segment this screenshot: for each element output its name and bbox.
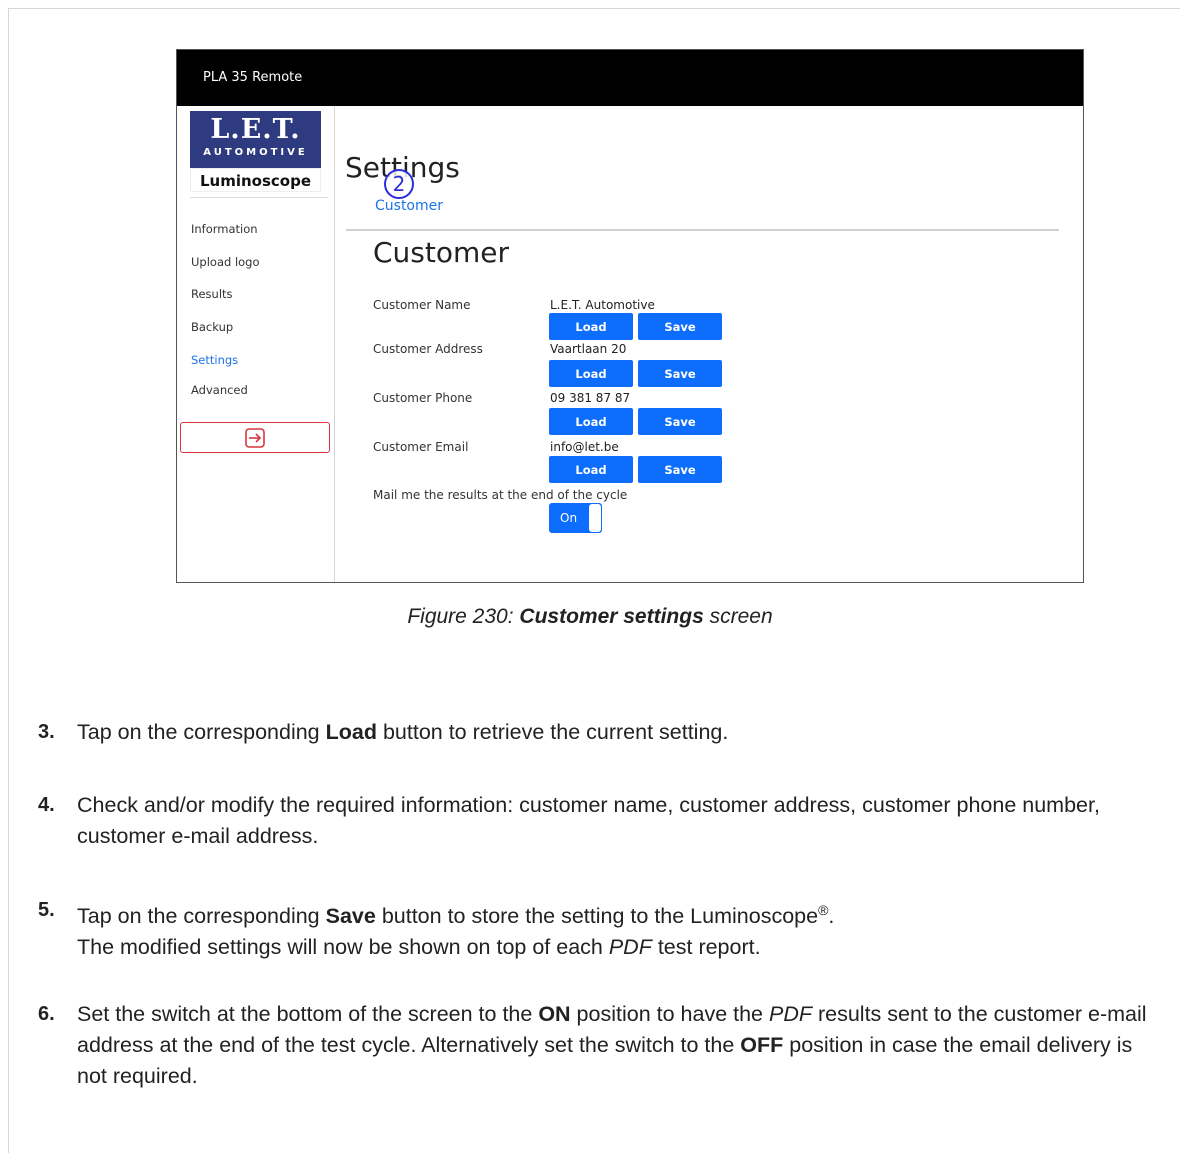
sidebar-item-information[interactable]: Information xyxy=(191,222,258,236)
step-text: position to have the xyxy=(570,1002,769,1026)
brand-logo: L.E.T. AUTOMOTIVE Luminoscope xyxy=(190,111,321,192)
load-name-button[interactable]: Load xyxy=(549,313,633,340)
step-italic: PDF xyxy=(769,1002,812,1026)
step-bold: Save xyxy=(325,904,376,929)
step-text: The modified settings will now be shown … xyxy=(77,935,609,960)
breadcrumb[interactable]: Customer xyxy=(375,198,443,214)
step-4: 4. Check and/or modify the required info… xyxy=(38,790,1168,852)
sidebar-item-upload-logo[interactable]: Upload logo xyxy=(191,255,260,269)
step-callout: 2 xyxy=(384,169,414,199)
customer-phone-value: 09 381 87 87 xyxy=(550,391,631,405)
customer-email-value: info@let.be xyxy=(550,440,619,454)
sidebar-divider xyxy=(190,197,328,198)
step-italic: PDF xyxy=(608,935,652,960)
step-number: 5. xyxy=(38,899,55,921)
customer-address-value: Vaartlaan 20 xyxy=(550,342,627,356)
step-5: 5. Tap on the corresponding Save button … xyxy=(38,895,1168,963)
caption-prefix: Figure 230: xyxy=(407,605,520,628)
customer-email-label: Customer Email xyxy=(373,440,469,454)
app-screenshot: PLA 35 Remote L.E.T. AUTOMOTIVE Luminosc… xyxy=(176,49,1084,583)
step-6: 6. Set the switch at the bottom of the s… xyxy=(38,999,1168,1092)
logo-text-let: L.E.T. xyxy=(210,114,301,145)
window-title: PLA 35 Remote xyxy=(203,70,303,85)
customer-phone-label: Customer Phone xyxy=(373,391,473,405)
step-text: button to retrieve the current setting. xyxy=(376,720,729,744)
registered-mark: ® xyxy=(818,902,829,918)
toggle-knob xyxy=(589,504,601,532)
content-divider xyxy=(346,229,1059,231)
sidebar-item-results[interactable]: Results xyxy=(191,287,233,301)
load-address-button[interactable]: Load xyxy=(549,360,633,387)
load-phone-button[interactable]: Load xyxy=(549,408,633,435)
step-number: 6. xyxy=(38,1003,55,1025)
step-text: test report. xyxy=(651,935,761,960)
toggle-label: On xyxy=(560,511,578,525)
mail-results-label: Mail me the results at the end of the cy… xyxy=(373,488,628,502)
mail-results-toggle[interactable]: On xyxy=(549,503,602,533)
sidebar: L.E.T. AUTOMOTIVE Luminoscope Informatio… xyxy=(177,106,335,582)
sidebar-item-backup[interactable]: Backup xyxy=(191,320,233,334)
logout-button[interactable] xyxy=(180,422,330,453)
step-bold: OFF xyxy=(740,1033,784,1057)
step-text: Check and/or modify the required informa… xyxy=(77,793,1100,848)
step-bold: ON xyxy=(538,1002,571,1026)
save-name-button[interactable]: Save xyxy=(638,313,722,340)
section-title: Customer xyxy=(373,236,510,269)
sidebar-item-advanced[interactable]: Advanced xyxy=(191,383,248,397)
title-bar: PLA 35 Remote xyxy=(177,50,1083,106)
save-address-button[interactable]: Save xyxy=(638,360,722,387)
logout-icon xyxy=(245,427,265,448)
figure-caption: Figure 230: Customer settings screen xyxy=(0,605,1180,629)
logo-text-automotive: AUTOMOTIVE xyxy=(203,147,308,158)
save-email-button[interactable]: Save xyxy=(638,456,722,483)
step-text: Set the switch at the bottom of the scre… xyxy=(77,1002,539,1026)
customer-name-label: Customer Name xyxy=(373,298,471,312)
step-number: 4. xyxy=(38,794,55,816)
customer-name-value: L.E.T. Automotive xyxy=(550,298,655,312)
caption-bold: Customer settings xyxy=(519,605,704,628)
step-bold: Load xyxy=(325,720,377,744)
logo-text-luminoscope: Luminoscope xyxy=(190,168,321,192)
step-text: button to store the setting to the Lumin… xyxy=(375,904,819,929)
save-phone-button[interactable]: Save xyxy=(638,408,722,435)
step-text: . xyxy=(828,904,835,929)
step-3: 3. Tap on the corresponding Load button … xyxy=(38,717,1168,748)
step-text: Tap on the corresponding xyxy=(77,904,326,929)
sidebar-item-settings[interactable]: Settings xyxy=(191,353,238,367)
step-text: Tap on the corresponding xyxy=(77,720,326,744)
step-number: 3. xyxy=(38,721,55,743)
caption-suffix: screen xyxy=(703,605,773,628)
load-email-button[interactable]: Load xyxy=(549,456,633,483)
customer-address-label: Customer Address xyxy=(373,342,483,356)
